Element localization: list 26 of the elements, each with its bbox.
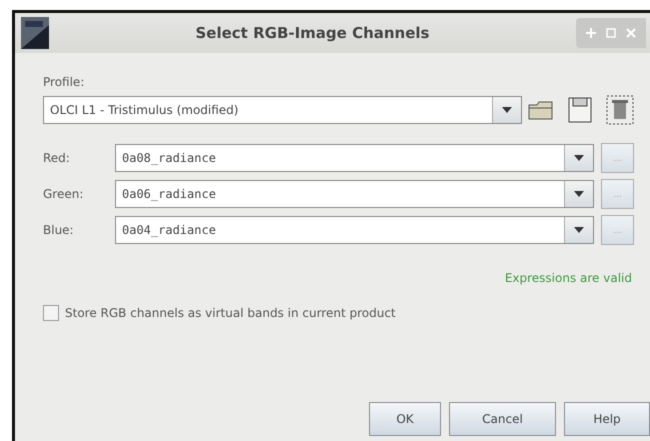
channel-label: Blue: (43, 223, 75, 237)
channel-label: Red: (43, 151, 71, 165)
dropdown-arrow-icon (502, 107, 512, 113)
dropdown-arrow-icon (574, 191, 584, 197)
save-icon[interactable] (568, 97, 592, 123)
validation-message: Expressions are valid (504, 271, 632, 285)
maximize-icon[interactable] (606, 28, 616, 38)
dropdown-arrow-icon (574, 155, 584, 161)
checkbox[interactable] (43, 305, 59, 321)
window-title: Select RGB-Image Channels (194, 24, 430, 42)
profile-label: Profile: (43, 75, 86, 89)
close-icon[interactable] (626, 28, 636, 38)
channel-dropdown[interactable]: 0a04_radiance (115, 216, 594, 244)
app-logo-icon (21, 17, 49, 49)
channel-label: Green: (43, 187, 84, 201)
pin-icon[interactable] (586, 28, 596, 38)
dialog-button[interactable]: Cancel (449, 402, 556, 436)
checkbox-label: Store RGB channels as virtual bands in current product (65, 306, 396, 320)
channel-dropdown[interactable]: 0a08_radiance (115, 144, 594, 172)
dialog-button[interactable]: OK (369, 402, 441, 436)
channel-dropdown[interactable]: 0a06_radiance (115, 180, 594, 208)
dropdown-arrow-icon (574, 227, 584, 233)
folder-icon[interactable] (528, 100, 554, 120)
delete-icon[interactable] (606, 95, 634, 125)
dialog-button[interactable]: Help (564, 402, 650, 436)
profile-dropdown[interactable]: OLCI L1 - Tristimulus (modified) (43, 96, 522, 124)
